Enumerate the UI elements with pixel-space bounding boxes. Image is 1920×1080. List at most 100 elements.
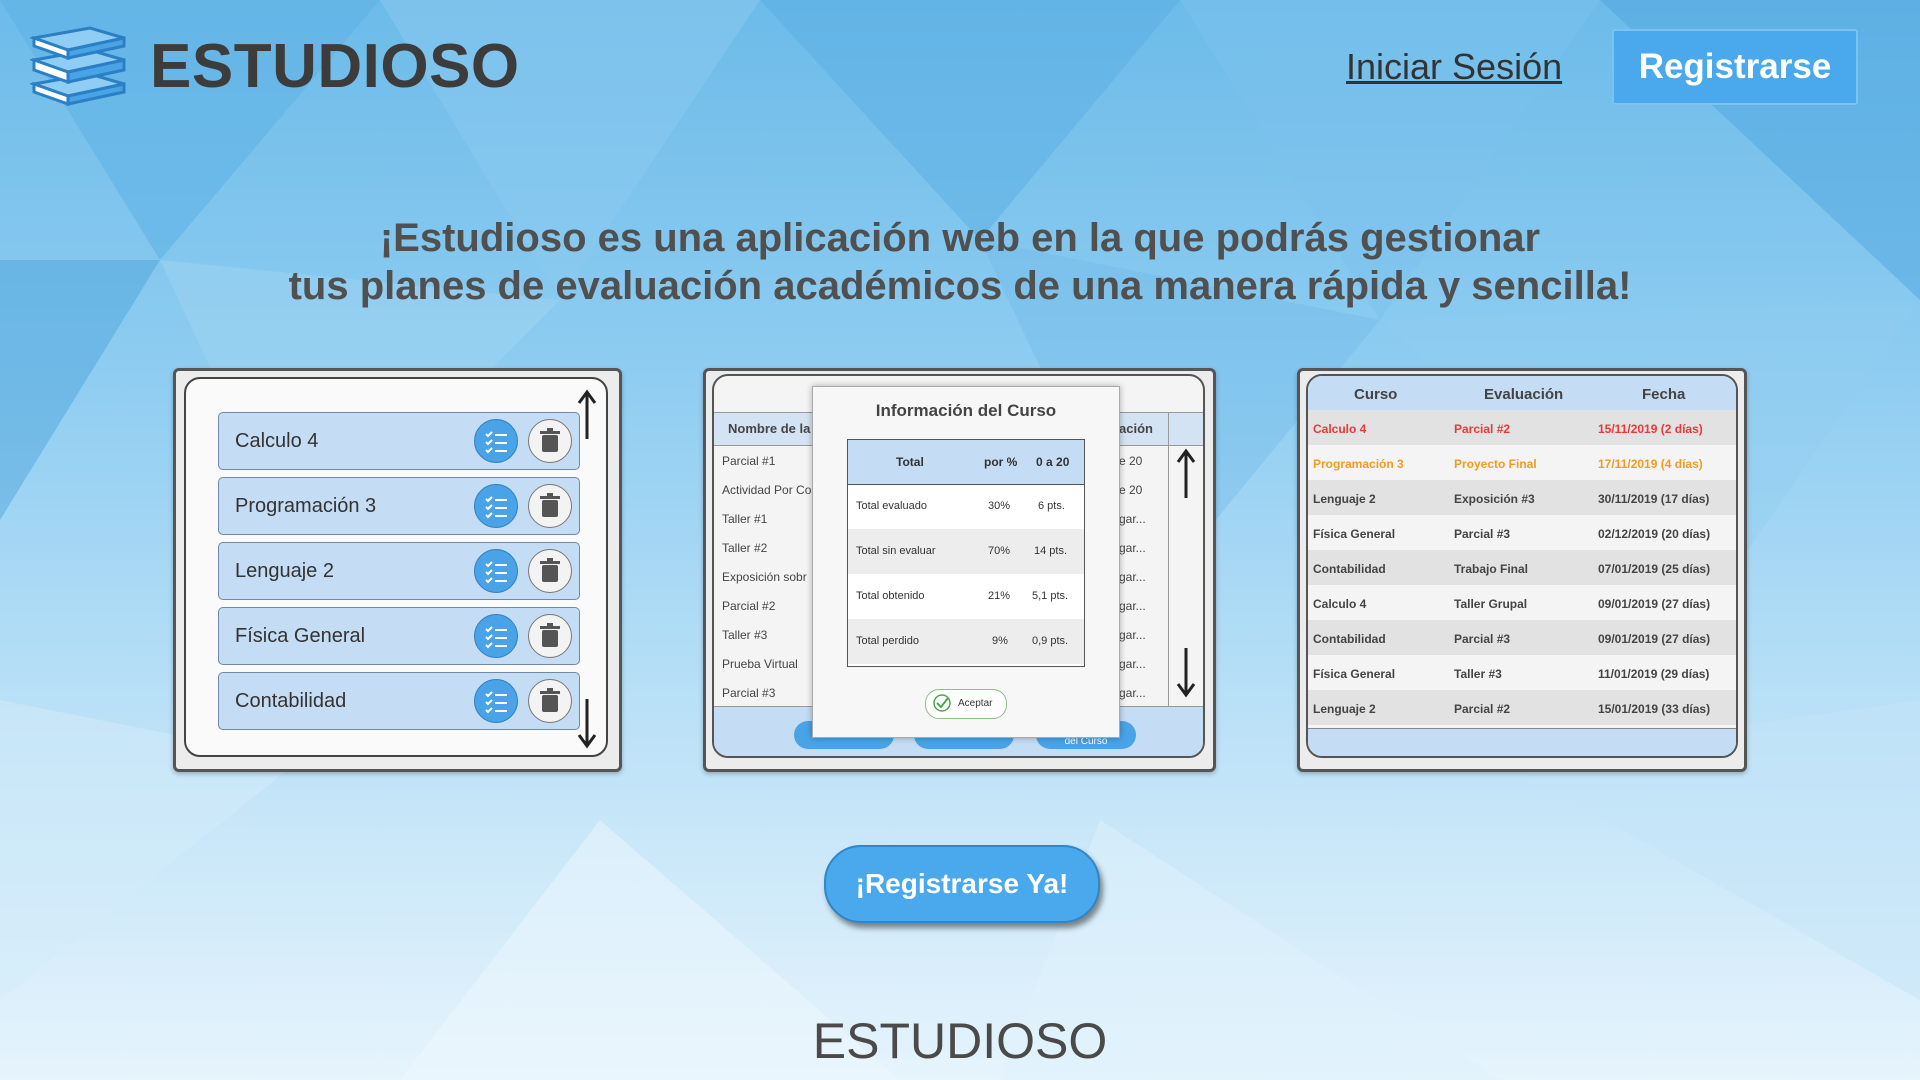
preview-schedule: Curso Evaluación Fecha Calculo 4 Parcial … xyxy=(1297,368,1747,772)
header-name: Nombre de la xyxy=(728,421,811,436)
schedule-date: 02/12/2019 (20 días) xyxy=(1598,527,1711,541)
register-button[interactable]: Registrarse xyxy=(1612,29,1858,105)
courses-panel: Calculo 4 Programación 3 Lenguaje 2 Físi… xyxy=(184,377,608,757)
row-points: 14 pts. xyxy=(1034,545,1068,557)
hero-line-2: tus planes de evaluación académicos de u… xyxy=(288,264,1632,308)
schedule-panel: Curso Evaluación Fecha Calculo 4 Parcial … xyxy=(1306,374,1738,758)
schedule-row: Calculo 4 Taller Grupal 09/01/2019 (27 día… xyxy=(1308,585,1736,620)
header-eval: ación xyxy=(1119,421,1153,436)
row-label: Total obtenido xyxy=(856,590,925,602)
trash-icon xyxy=(528,614,572,658)
schedule-eval: Taller Grupal xyxy=(1454,597,1528,611)
schedule-course: Programación 3 xyxy=(1313,457,1404,471)
totals-row: Total obtenido 21% 5,1 pts. xyxy=(848,574,1084,619)
schedule-course: Contabilidad xyxy=(1313,632,1386,646)
hero-line-1: ¡Estudioso es una aplicación web en la q… xyxy=(379,216,1541,260)
row-percent: 21% xyxy=(988,590,1011,602)
evaluation-name: Taller #2 xyxy=(722,541,768,555)
row-percent: 9% xyxy=(992,635,1008,647)
evaluation-value: e 20 xyxy=(1119,483,1143,497)
evaluation-value: gar... xyxy=(1119,512,1146,526)
schedule-eval: Exposición #3 xyxy=(1454,492,1535,506)
list-check-icon xyxy=(474,549,518,593)
schedule-row: Lenguaje 2 Parcial #2 15/01/2019 (33 días) xyxy=(1308,690,1736,725)
schedule-eval: Parcial #2 xyxy=(1454,422,1511,436)
evaluation-value: gar... xyxy=(1119,570,1146,584)
schedule-course: Contabilidad xyxy=(1313,562,1386,576)
course-info-panel: Nombre de la ación Parcial #1 Actividad … xyxy=(712,374,1205,758)
schedule-row: Calculo 4 Parcial #2 15/11/2019 (2 días) xyxy=(1308,410,1736,445)
preview-courses: Calculo 4 Programación 3 Lenguaje 2 Físi… xyxy=(173,368,622,772)
totals-header: Total por % 0 a 20 xyxy=(848,440,1084,485)
list-check-icon xyxy=(474,679,518,723)
schedule-course: Física General xyxy=(1313,527,1396,541)
logo[interactable]: ESTUDIOSO xyxy=(30,26,520,106)
schedule-row: Física General Taller #3 11/01/2019 (29 dí… xyxy=(1308,655,1736,690)
schedule-row: Contabilidad Parcial #3 09/01/2019 (27 día… xyxy=(1308,620,1736,655)
course-label: Calculo 4 xyxy=(235,430,319,452)
row-points: 0,9 pts. xyxy=(1032,635,1069,647)
books-stack-icon xyxy=(30,26,126,106)
accept-label: Aceptar xyxy=(958,698,993,709)
schedule-eval: Parcial #3 xyxy=(1454,527,1511,541)
evaluation-name: Parcial #1 xyxy=(722,454,776,468)
schedule-date: 17/11/2019 (4 días) xyxy=(1598,457,1703,471)
trash-icon xyxy=(528,419,572,463)
course-item: Lenguaje 2 xyxy=(218,542,580,600)
login-link[interactable]: Iniciar Sesión xyxy=(1346,46,1562,88)
row-points: 5,1 pts. xyxy=(1032,590,1069,602)
totals-table: Total por % 0 a 20 Total evaluado 30% 6 … xyxy=(847,439,1085,667)
col-total: Total xyxy=(896,455,924,469)
col-evaluation: Evaluación xyxy=(1484,386,1564,403)
schedule-row: Programación 3 Proyecto Final 17/11/2019 (… xyxy=(1308,445,1736,480)
list-check-icon xyxy=(474,614,518,658)
schedule-header: Curso Evaluación Fecha xyxy=(1308,376,1736,411)
schedule-course: Calculo 4 xyxy=(1313,597,1367,611)
schedule-eval: Parcial #2 xyxy=(1454,702,1511,716)
row-label: Total evaluado xyxy=(856,500,927,512)
row-points: 6 pts. xyxy=(1038,500,1065,512)
arrow-up-icon xyxy=(1176,448,1196,498)
evaluation-name: Taller #3 xyxy=(722,628,768,642)
trash-icon xyxy=(528,484,572,528)
evaluation-name: Taller #1 xyxy=(722,512,768,526)
schedule-eval: Parcial #3 xyxy=(1454,632,1511,646)
evaluation-name: Actividad Por Co xyxy=(722,483,812,497)
evaluation-value: gar... xyxy=(1119,657,1146,671)
schedule-row: Contabilidad Trabajo Final 07/01/2019 (25 … xyxy=(1308,550,1736,585)
modal-title: Información del Curso xyxy=(875,401,1057,420)
register-now-button[interactable]: ¡Registrarse Ya! xyxy=(824,845,1100,923)
schedule-course: Lenguaje 2 xyxy=(1313,492,1376,506)
row-percent: 30% xyxy=(988,500,1011,512)
col-percent: por % xyxy=(984,455,1018,469)
schedule-date: 09/01/2019 (27 días) xyxy=(1598,632,1711,646)
evaluation-name: Parcial #2 xyxy=(722,599,776,613)
course-label: Física General xyxy=(235,625,366,647)
schedule-eval: Taller #3 xyxy=(1454,667,1502,681)
schedule-course: Física General xyxy=(1313,667,1396,681)
course-item: Física General xyxy=(218,607,580,665)
scroll-divider xyxy=(1168,412,1169,706)
course-label: Contabilidad xyxy=(235,690,347,712)
schedule-date: 30/11/2019 (17 días) xyxy=(1598,492,1710,506)
schedule-footer-bar xyxy=(1308,728,1736,756)
course-item: Calculo 4 xyxy=(218,412,580,470)
list-check-icon xyxy=(474,419,518,463)
col-date: Fecha xyxy=(1642,386,1686,403)
schedule-date: 07/01/2019 (25 días) xyxy=(1598,562,1711,576)
check-circle-icon xyxy=(933,694,951,712)
schedule-date: 09/01/2019 (27 días) xyxy=(1598,597,1711,611)
row-label: Total sin evaluar xyxy=(856,545,936,557)
schedule-course: Calculo 4 xyxy=(1313,422,1367,436)
schedule-eval: Trabajo Final xyxy=(1454,562,1529,576)
course-label: Lenguaje 2 xyxy=(235,560,334,582)
schedule-row: Lenguaje 2 Exposición #3 30/11/2019 (17 dí… xyxy=(1308,480,1736,515)
row-percent: 70% xyxy=(988,545,1011,557)
totals-row: Total evaluado 30% 6 pts. xyxy=(848,484,1084,529)
hero-tagline: ¡Estudioso es una aplicación web en la q… xyxy=(0,214,1920,310)
col-points: 0 a 20 xyxy=(1036,455,1070,469)
schedule-course: Lenguaje 2 xyxy=(1313,702,1376,716)
col-course: Curso xyxy=(1354,386,1398,403)
schedule-row: Física General Parcial #3 02/12/2019 (20 d… xyxy=(1308,515,1736,550)
accept-button: Aceptar xyxy=(925,689,1007,719)
